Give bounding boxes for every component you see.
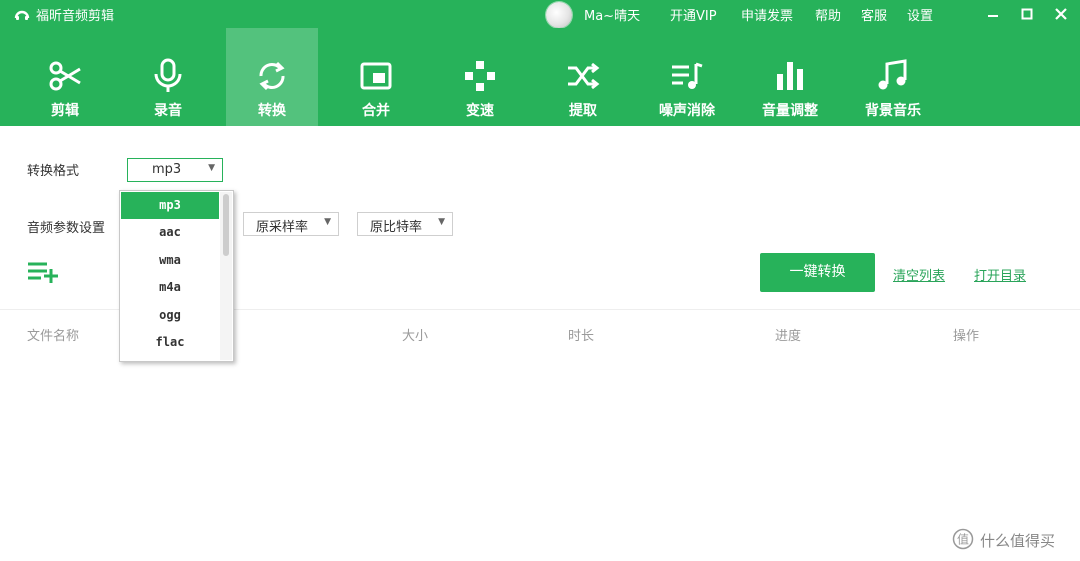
tab-noise-removal[interactable]: 噪声消除 (641, 28, 733, 126)
username[interactable]: Ma~晴天 (584, 5, 640, 24)
speed-icon (465, 61, 495, 91)
format-dropdown-list: mp3 aac wma m4a ogg flac (119, 190, 234, 362)
open-directory-link[interactable]: 打开目录 (974, 265, 1026, 284)
tab-extract[interactable]: 提取 (537, 28, 629, 126)
settings-link[interactable]: 设置 (907, 5, 933, 24)
column-progress: 进度 (775, 329, 802, 344)
tab-edit-label: 剪辑 (51, 103, 79, 119)
watermark-text: 什么值得买 (980, 532, 1056, 550)
tab-volume-label: 音量调整 (762, 103, 818, 119)
format-select[interactable]: mp3 ▼ (127, 158, 223, 182)
format-option-aac[interactable]: aac (121, 219, 219, 246)
tab-background-music[interactable]: 背景音乐 (847, 28, 939, 126)
noise-removal-icon (672, 62, 703, 89)
tab-volume[interactable]: 音量调整 (744, 28, 836, 126)
avatar[interactable] (546, 2, 572, 28)
tab-speed-label: 变速 (466, 103, 494, 119)
chevron-down-icon: ▼ (208, 163, 215, 173)
format-option-wma[interactable]: wma (121, 247, 219, 274)
convert-icon (259, 61, 285, 91)
tab-extract-label: 提取 (569, 103, 597, 119)
format-option-flac[interactable]: flac (121, 329, 219, 356)
customer-service-link[interactable]: 客服 (861, 5, 887, 24)
chevron-down-icon: ▼ (324, 217, 331, 227)
tab-record[interactable]: 录音 (122, 28, 214, 126)
merge-icon (360, 62, 392, 90)
column-file-name: 文件名称 (27, 329, 80, 344)
sample-rate-value: 原采样率 (256, 220, 309, 235)
clear-list-link[interactable]: 清空列表 (893, 265, 945, 284)
help-link[interactable]: 帮助 (815, 5, 841, 24)
bit-rate-value: 原比特率 (370, 220, 423, 235)
format-option-m4a[interactable]: m4a (121, 274, 219, 301)
tab-edit[interactable]: 剪辑 (19, 28, 111, 126)
tab-convert-label: 转换 (258, 103, 286, 119)
chevron-down-icon: ▼ (438, 217, 445, 227)
tab-convert[interactable]: 转换 (226, 28, 318, 126)
maximize-icon[interactable] (1016, 3, 1038, 25)
main-toolbar: 剪辑 录音 转换 合并 变速 提取 噪声消除 音量调整 背景音乐 (0, 28, 1080, 126)
column-actions: 操作 (953, 329, 980, 344)
tab-merge[interactable]: 合并 (330, 28, 422, 126)
format-label: 转换格式 (27, 164, 80, 179)
app-logo-icon (14, 10, 30, 20)
add-to-list-icon[interactable] (27, 261, 61, 283)
apply-invoice-link[interactable]: 申请发票 (741, 5, 793, 24)
music-note-icon (878, 59, 907, 90)
audio-params-label: 音频参数设置 (27, 221, 106, 236)
svg-text:值: 值 (957, 532, 969, 547)
open-vip-link[interactable]: 开通VIP (670, 5, 717, 24)
column-size: 大小 (402, 329, 429, 344)
tab-background-music-label: 背景音乐 (865, 103, 921, 119)
format-option-ogg[interactable]: ogg (121, 302, 219, 329)
app-title: 福昕音频剪辑 (36, 9, 115, 24)
tab-noise-removal-label: 噪声消除 (659, 103, 715, 119)
tab-record-label: 录音 (154, 103, 182, 119)
column-duration: 时长 (568, 329, 595, 344)
extract-icon (568, 62, 600, 90)
volume-icon (777, 62, 803, 90)
format-option-mp3[interactable]: mp3 (121, 192, 219, 219)
microphone-icon (154, 58, 182, 92)
minimize-icon[interactable] (982, 3, 1004, 25)
watermark-logo-icon: 值 (952, 528, 974, 550)
close-icon[interactable] (1050, 3, 1072, 25)
sample-rate-select[interactable]: 原采样率 ▼ (243, 212, 339, 236)
scissors-icon (49, 61, 81, 91)
bit-rate-select[interactable]: 原比特率 ▼ (357, 212, 453, 236)
title-bar: 福昕音频剪辑 Ma~晴天 开通VIP 申请发票 帮助 客服 设置 (0, 0, 1080, 28)
dropdown-scrollbar-thumb[interactable] (223, 194, 229, 256)
tab-speed[interactable]: 变速 (434, 28, 526, 126)
format-select-value: mp3 (152, 162, 182, 177)
tab-merge-label: 合并 (362, 103, 390, 119)
app-window: 福昕音频剪辑 Ma~晴天 开通VIP 申请发票 帮助 客服 设置 剪辑 录音 转… (0, 0, 1080, 561)
convert-all-button[interactable]: 一键转换 (760, 253, 875, 292)
